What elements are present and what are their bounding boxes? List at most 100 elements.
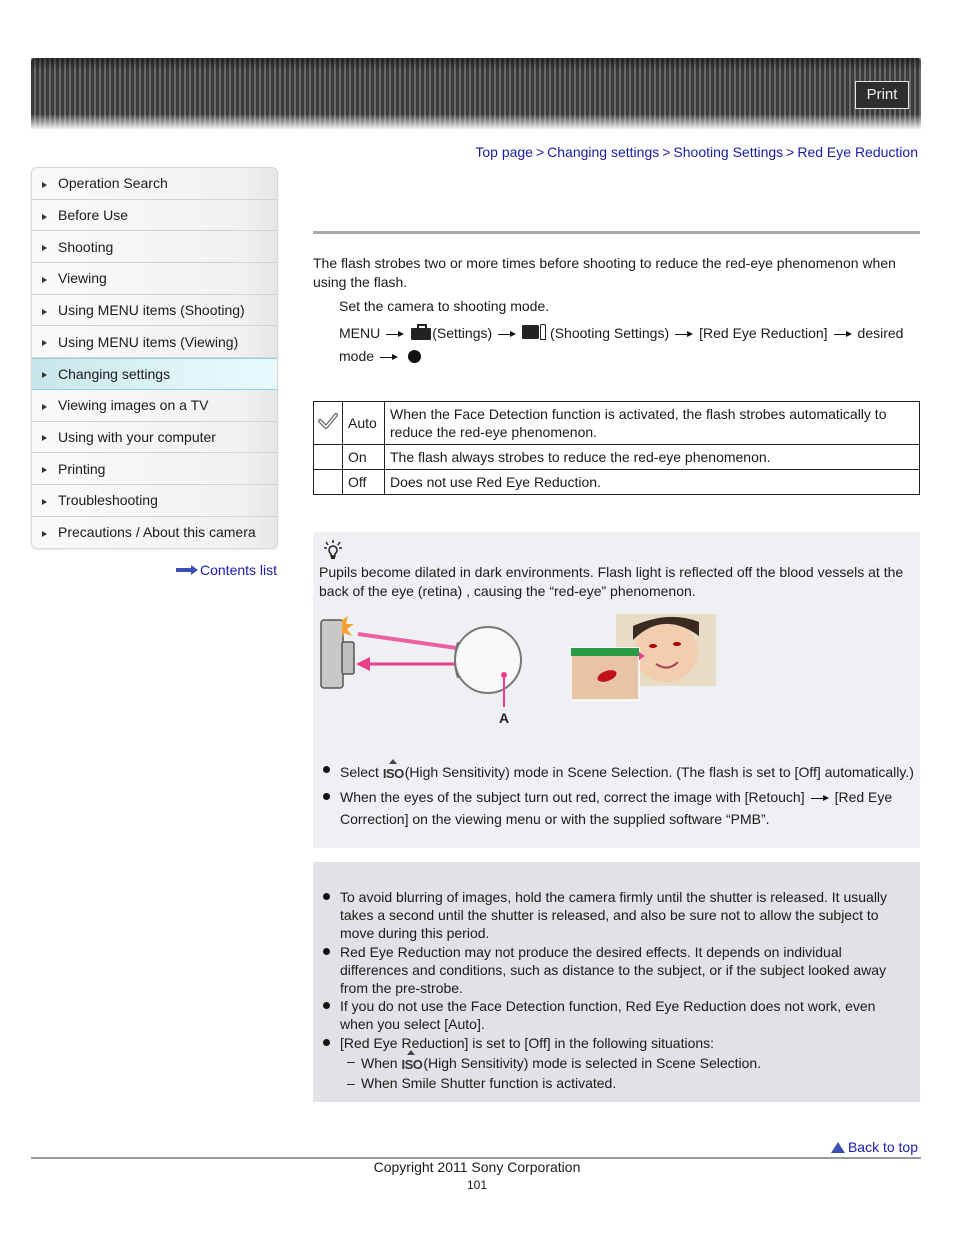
sidebar-item-before-use[interactable]: Before Use bbox=[32, 200, 277, 232]
iso-high-sensitivity-icon: ISO bbox=[401, 1050, 423, 1074]
triangle-right-icon bbox=[42, 276, 47, 283]
breadcrumb-changing-settings[interactable]: Changing settings bbox=[547, 144, 659, 160]
option-description: The flash always strobes to reduce the r… bbox=[384, 444, 920, 470]
sidebar-item-menu-viewing[interactable]: Using MENU items (Viewing) bbox=[32, 326, 277, 359]
center-button-icon bbox=[408, 350, 422, 363]
sidebar-item-viewing-tv[interactable]: Viewing images on a TV bbox=[32, 390, 277, 422]
print-button[interactable]: Print bbox=[855, 81, 909, 109]
triangle-right-icon bbox=[42, 498, 47, 505]
sidebar-item-label: Using MENU items (Shooting) bbox=[58, 302, 245, 319]
hint-tips-list: Select ISO(High Sensitivity) mode in Sce… bbox=[319, 759, 914, 833]
sub-note-text: When Smile Shutter function is activated… bbox=[361, 1075, 617, 1091]
copyright: Copyright 2011 Sony Corporation bbox=[373, 1159, 581, 1175]
camera-lens bbox=[341, 641, 355, 675]
toolbox-settings-icon bbox=[410, 324, 432, 340]
arrow-right-icon bbox=[833, 330, 852, 338]
hint-text: Pupils become dilated in dark environmen… bbox=[319, 564, 904, 599]
list-item: Select ISO(High Sensitivity) mode in Sce… bbox=[319, 759, 914, 783]
breadcrumb-separator: > bbox=[786, 144, 795, 160]
sidebar-item-label: Operation Search bbox=[58, 175, 168, 192]
triangle-right-icon bbox=[42, 245, 47, 252]
tip-text: When the eyes of the subject turn out re… bbox=[340, 789, 805, 805]
menu-item-label: [Red Eye Reduction] bbox=[699, 325, 828, 341]
breadcrumb-top-page[interactable]: Top page bbox=[475, 144, 533, 160]
flash-burst-icon bbox=[342, 616, 354, 638]
arrow-right-icon bbox=[176, 565, 198, 575]
page-number: 101 bbox=[466, 1178, 488, 1192]
default-marker-cell bbox=[313, 401, 343, 445]
table-row: On The flash always strobes to reduce th… bbox=[313, 444, 920, 470]
title-divider bbox=[313, 231, 920, 234]
triangle-right-icon bbox=[42, 181, 47, 188]
breadcrumb: Top page > Changing settings > Shooting Sett… bbox=[475, 144, 918, 160]
menu-label: MENU bbox=[339, 325, 381, 341]
breadcrumb-shooting-settings[interactable]: Shooting Settings bbox=[673, 144, 783, 160]
list-item: [Red Eye Reduction] is set to [Off] in t… bbox=[319, 1034, 909, 1052]
sub-note-text: When bbox=[361, 1055, 398, 1071]
iso-high-sensitivity-icon: ISO bbox=[383, 759, 404, 783]
sidebar-item-changing-settings[interactable]: Changing settings bbox=[32, 358, 277, 390]
sidebar-item-menu-shooting[interactable]: Using MENU items (Shooting) bbox=[32, 295, 277, 327]
default-marker-cell bbox=[313, 444, 343, 470]
arrow-right-icon bbox=[675, 330, 694, 338]
sidebar-item-label: Before Use bbox=[58, 207, 129, 224]
eyeball bbox=[454, 626, 522, 694]
contents-list-label: Contents list bbox=[200, 562, 278, 578]
option-label: On bbox=[342, 444, 385, 470]
list-item: To avoid blurring of images, hold the ca… bbox=[319, 888, 909, 942]
sidebar-nav: Operation Search Before Use Shooting Vie… bbox=[31, 167, 278, 550]
options-table: Auto When the Face Detection function is… bbox=[313, 401, 920, 495]
sidebar-item-computer[interactable]: Using with your computer bbox=[32, 422, 277, 454]
camera-settings-icon bbox=[522, 322, 547, 340]
notes-list: To avoid blurring of images, hold the ca… bbox=[319, 888, 909, 1092]
red-eye bbox=[649, 644, 657, 648]
triangle-right-icon bbox=[42, 372, 47, 379]
list-item: If you do not use the Face Detection fun… bbox=[319, 997, 909, 1033]
sidebar-item-viewing[interactable]: Viewing bbox=[32, 263, 277, 295]
triangle-right-icon bbox=[42, 308, 47, 315]
lightbulb-icon bbox=[324, 540, 342, 559]
shooting-settings-label: (Shooting Settings) bbox=[550, 325, 670, 341]
sidebar-item-label: Precautions / About this camera bbox=[58, 524, 256, 541]
sidebar-item-shooting[interactable]: Shooting bbox=[32, 231, 277, 264]
arrow-right-icon bbox=[810, 794, 829, 802]
retina-dot bbox=[501, 672, 507, 678]
sidebar-item-troubleshooting[interactable]: Troubleshooting bbox=[32, 485, 277, 517]
arrow-right-icon bbox=[386, 330, 405, 338]
sub-list-item: When ISO(High Sensitivity) mode is selec… bbox=[319, 1050, 909, 1074]
sidebar-item-precautions[interactable]: Precautions / About this camera bbox=[32, 517, 277, 549]
red-eye-diagram: A bbox=[320, 616, 522, 726]
reflect-arrowhead bbox=[356, 657, 370, 671]
checkmark-icon bbox=[318, 413, 338, 429]
back-to-top-link[interactable]: Back to top bbox=[830, 1139, 918, 1155]
sidebar-item-operation-search[interactable]: Operation Search bbox=[32, 168, 277, 200]
tip-text: Select bbox=[340, 764, 379, 780]
option-description: Does not use Red Eye Reduction. bbox=[384, 469, 920, 495]
arrow-right-icon bbox=[498, 330, 517, 338]
sub-note-text: (High Sensitivity) mode is selected in S… bbox=[423, 1055, 762, 1071]
tip-text: (High Sensitivity) mode in Scene Selecti… bbox=[404, 764, 914, 780]
option-label: Auto bbox=[342, 401, 385, 445]
table-row: Off Does not use Red Eye Reduction. bbox=[313, 469, 920, 495]
step-1: Set the camera to shooting mode. bbox=[339, 298, 550, 314]
sidebar-item-printing[interactable]: Printing bbox=[32, 453, 277, 485]
triangle-right-icon bbox=[42, 530, 47, 537]
triangle-up-icon bbox=[830, 1141, 845, 1153]
hint-box: Pupils become dilated in dark environmen… bbox=[313, 532, 920, 848]
red-eye-photos bbox=[571, 614, 716, 701]
triangle-right-icon bbox=[42, 340, 47, 347]
option-label: Off bbox=[342, 469, 385, 495]
table-row: Auto When the Face Detection function is… bbox=[313, 401, 920, 445]
settings-label: (Settings) bbox=[432, 325, 493, 341]
option-description: When the Face Detection function is acti… bbox=[384, 401, 920, 445]
step-2: MENU (Settings) (Shooting Settings) [Red E… bbox=[339, 322, 919, 368]
camera-body bbox=[320, 619, 344, 689]
breadcrumb-red-eye-reduction[interactable]: Red Eye Reduction bbox=[797, 144, 918, 160]
diagram-label-a: A bbox=[499, 710, 509, 726]
triangle-right-icon bbox=[42, 403, 47, 410]
closeup-finger bbox=[571, 648, 639, 656]
contents-list-link[interactable]: Contents list bbox=[176, 562, 277, 578]
back-to-top-label: Back to top bbox=[847, 1139, 918, 1155]
sidebar-item-label: Viewing bbox=[58, 270, 107, 287]
sidebar-item-label: Viewing images on a TV bbox=[58, 397, 209, 414]
